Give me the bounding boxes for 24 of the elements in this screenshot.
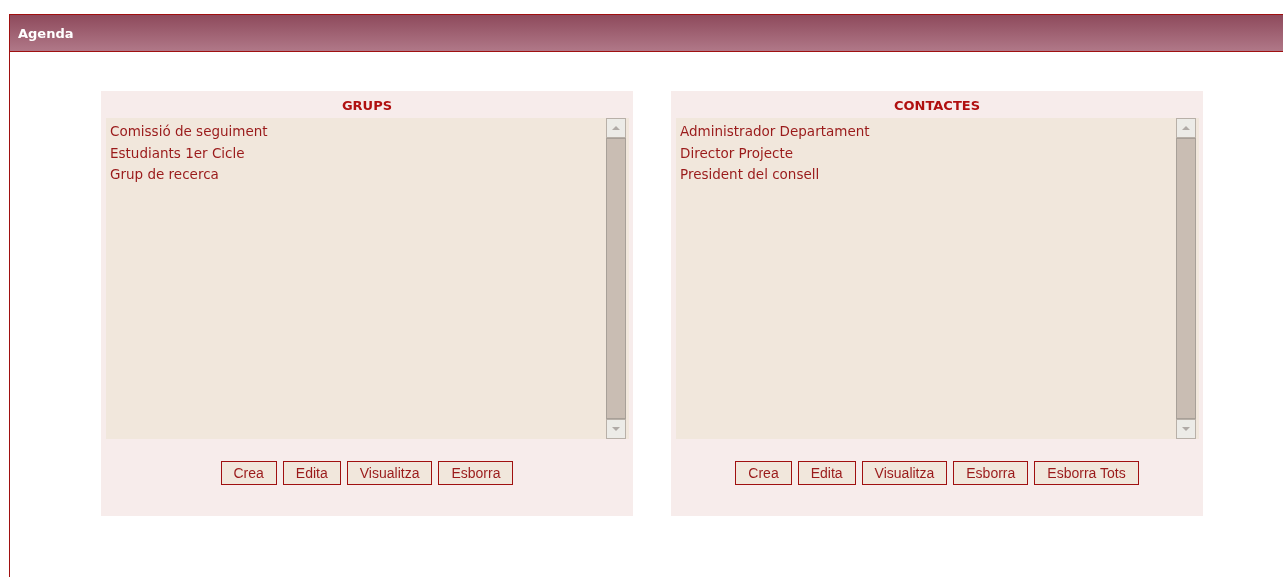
list-item[interactable]: Grup de recerca xyxy=(110,164,602,186)
list-item[interactable]: Director Projecte xyxy=(680,142,1172,164)
action-button[interactable]: Esborra xyxy=(438,461,514,485)
scroll-up-icon[interactable] xyxy=(1176,118,1196,138)
window-title: Agenda xyxy=(18,25,74,41)
list-box[interactable]: Administrador Departament Director Projecte President del consell xyxy=(676,118,1199,439)
list-item[interactable]: Comissió de seguiment xyxy=(110,121,602,143)
action-button[interactable]: Visualitza xyxy=(861,461,948,485)
list-item[interactable]: Estudiants 1er Cicle xyxy=(110,142,602,164)
action-button[interactable]: Crea xyxy=(735,461,792,485)
list-box[interactable]: Comissió de seguiment Estudiants 1er Cicle Grup de recerca xyxy=(106,118,629,439)
list-item[interactable]: Administrador Departament xyxy=(680,121,1172,143)
list-item[interactable]: President del consell xyxy=(680,164,1172,186)
action-button[interactable]: Crea xyxy=(220,461,277,485)
action-button[interactable]: Esborra xyxy=(953,461,1029,485)
scroll-down-icon[interactable] xyxy=(1176,419,1196,439)
action-button[interactable]: Edita xyxy=(797,461,856,485)
panel-title: CONTACTES xyxy=(892,97,981,115)
action-button[interactable]: Visualitza xyxy=(346,461,433,485)
action-button[interactable]: Esborra Tots xyxy=(1034,461,1139,485)
action-button[interactable]: Edita xyxy=(282,461,341,485)
panel-title: GRUPS xyxy=(340,97,394,115)
scroll-up-icon[interactable] xyxy=(606,118,626,138)
scroll-down-icon[interactable] xyxy=(606,419,626,439)
